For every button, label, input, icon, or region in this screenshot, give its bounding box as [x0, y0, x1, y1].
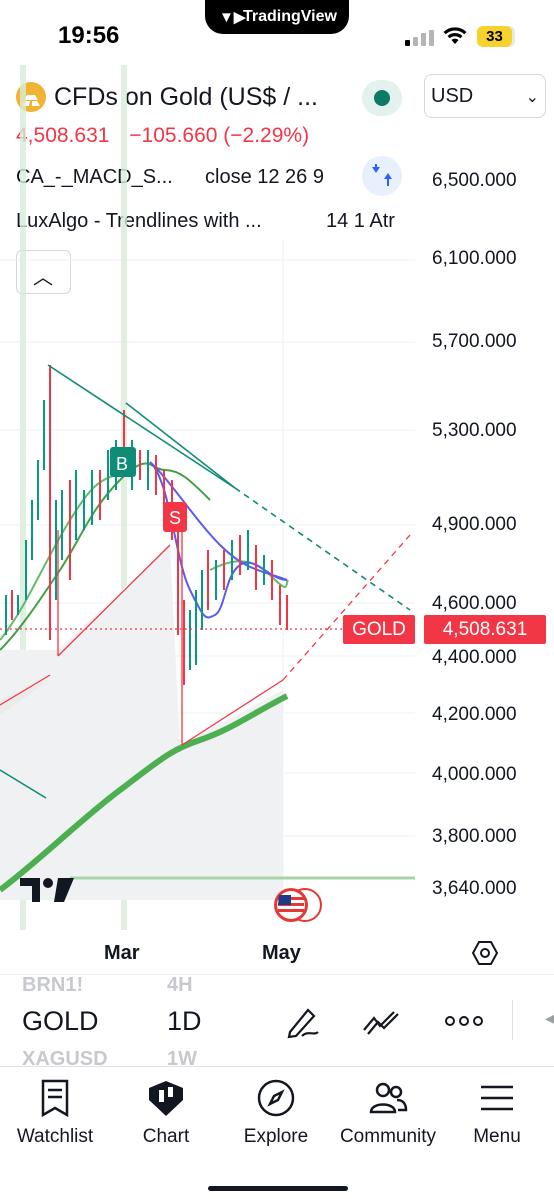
buy-marker [110, 447, 136, 477]
chevron-down-icon: ⌄ [525, 89, 539, 106]
community-icon [369, 1082, 408, 1114]
price-row: 4,508.631 −105.660 (−2.29%) [16, 124, 309, 148]
signal-line [149, 461, 288, 619]
menu-icon [481, 1085, 513, 1111]
tradingview-logo-icon [20, 878, 74, 902]
compass-icon [257, 1079, 295, 1117]
price-axis-label: 3,800.000 [432, 826, 517, 847]
scroll-arrow-icon[interactable]: ◂ [545, 1008, 554, 1029]
symbol-price-tag: GOLD [343, 615, 415, 644]
dynamic-island: ▼▶ TradingView [205, 0, 349, 34]
indicator-name: LuxAlgo - Trendlines with ... [16, 210, 262, 232]
price-axis-label: 4,900.000 [432, 514, 517, 535]
symbol-title[interactable]: CFDs on Gold (US$ / ... [54, 83, 318, 112]
price-axis-label: 5,300.000 [432, 420, 517, 441]
status-bar: 19:56 ▼▶ TradingView 33 [0, 0, 554, 64]
cellular-signal-icon [405, 30, 434, 46]
signal-column-highlight [121, 65, 127, 930]
us-flag-event-icon[interactable] [273, 886, 323, 924]
sort-arrows-button[interactable] [362, 156, 402, 196]
drawing-tool-icon[interactable] [282, 1000, 324, 1042]
tab-community[interactable]: Community [334, 1074, 442, 1154]
next-symbol[interactable]: XAGUSD [22, 1048, 108, 1071]
indicators-icon[interactable] [360, 1000, 402, 1042]
tab-label: Community [339, 1126, 437, 1147]
tab-label: Explore [243, 1126, 309, 1147]
time-axis-label: Mar [104, 942, 140, 964]
indicator-params: 14 1 Atr [326, 210, 395, 232]
island-app-name: TradingView [243, 8, 337, 25]
price-axis-label: 6,500.000 [432, 170, 517, 191]
last-price-tag: 4,508.631 [424, 615, 546, 644]
currency-select[interactable]: USD ⌄ [424, 74, 546, 118]
indicator-params: close 12 26 9 [205, 166, 324, 188]
next-interval[interactable]: 1W [167, 1048, 197, 1071]
indicator-name: CA_-_MACD_S... [16, 166, 173, 188]
battery-level: 33 [477, 26, 512, 47]
tab-label: Chart [142, 1126, 190, 1147]
tab-chart[interactable]: Chart [116, 1074, 216, 1154]
buy-marker-label: B [116, 454, 128, 474]
tab-label: Watchlist [16, 1126, 94, 1147]
toolbar-separator [512, 1000, 513, 1040]
last-price: 4,508.631 [16, 124, 110, 147]
sort-arrows-icon [372, 164, 392, 186]
tradingview-logo-icon: ▼▶ [219, 9, 246, 26]
price-axis-label: 6,100.000 [432, 248, 517, 269]
tab-label: Menu [473, 1126, 521, 1147]
price-axis-label: 4,000.000 [432, 764, 517, 785]
symbol-picker[interactable]: GOLD [22, 1006, 99, 1037]
chevron-up-icon: ︿ [33, 267, 53, 289]
price-change: −105.660 (−2.29%) [129, 124, 310, 147]
price-axis-label: 3,640.000 [432, 878, 517, 899]
ma-long-line [0, 693, 289, 893]
price-axis-label: 4,600.000 [432, 593, 517, 614]
battery-icon: 33 [477, 26, 515, 47]
sell-marker [163, 502, 187, 532]
sell-marker-label: S [169, 508, 181, 528]
home-indicator[interactable] [208, 1186, 348, 1191]
more-options-icon[interactable] [443, 1000, 485, 1042]
currency-value: USD [431, 85, 474, 107]
chart-settings-icon[interactable] [472, 940, 498, 966]
indicator-luxalgo[interactable]: LuxAlgo - Trendlines with ... 14 1 Atr [16, 210, 410, 236]
chart-icon [149, 1081, 183, 1116]
market-status-icon[interactable] [362, 80, 402, 116]
tab-menu[interactable]: Menu [454, 1074, 540, 1154]
collapse-legend-button[interactable]: ︿ [16, 250, 71, 294]
tab-watchlist[interactable]: Watchlist [0, 1074, 110, 1154]
price-axis-label: 4,200.000 [432, 704, 517, 725]
tab-explore[interactable]: Explore [226, 1074, 326, 1154]
clock: 19:56 [58, 22, 120, 49]
price-axis-label: 5,700.000 [432, 331, 517, 352]
time-axis-label: May [262, 942, 301, 964]
watchlist-icon [41, 1079, 69, 1118]
tabbar-divider [0, 1066, 554, 1067]
wifi-icon [443, 27, 467, 44]
previous-symbol[interactable]: BRN1! [22, 974, 83, 997]
previous-interval[interactable]: 4H [167, 974, 193, 997]
interval-picker[interactable]: 1D [167, 1006, 202, 1037]
price-axis-label: 4,400.000 [432, 647, 517, 668]
signal-column-highlight [20, 65, 26, 930]
gold-bars-icon [16, 82, 46, 112]
indicator-macd[interactable]: CA_-_MACD_S... close 12 26 9 [16, 166, 324, 189]
